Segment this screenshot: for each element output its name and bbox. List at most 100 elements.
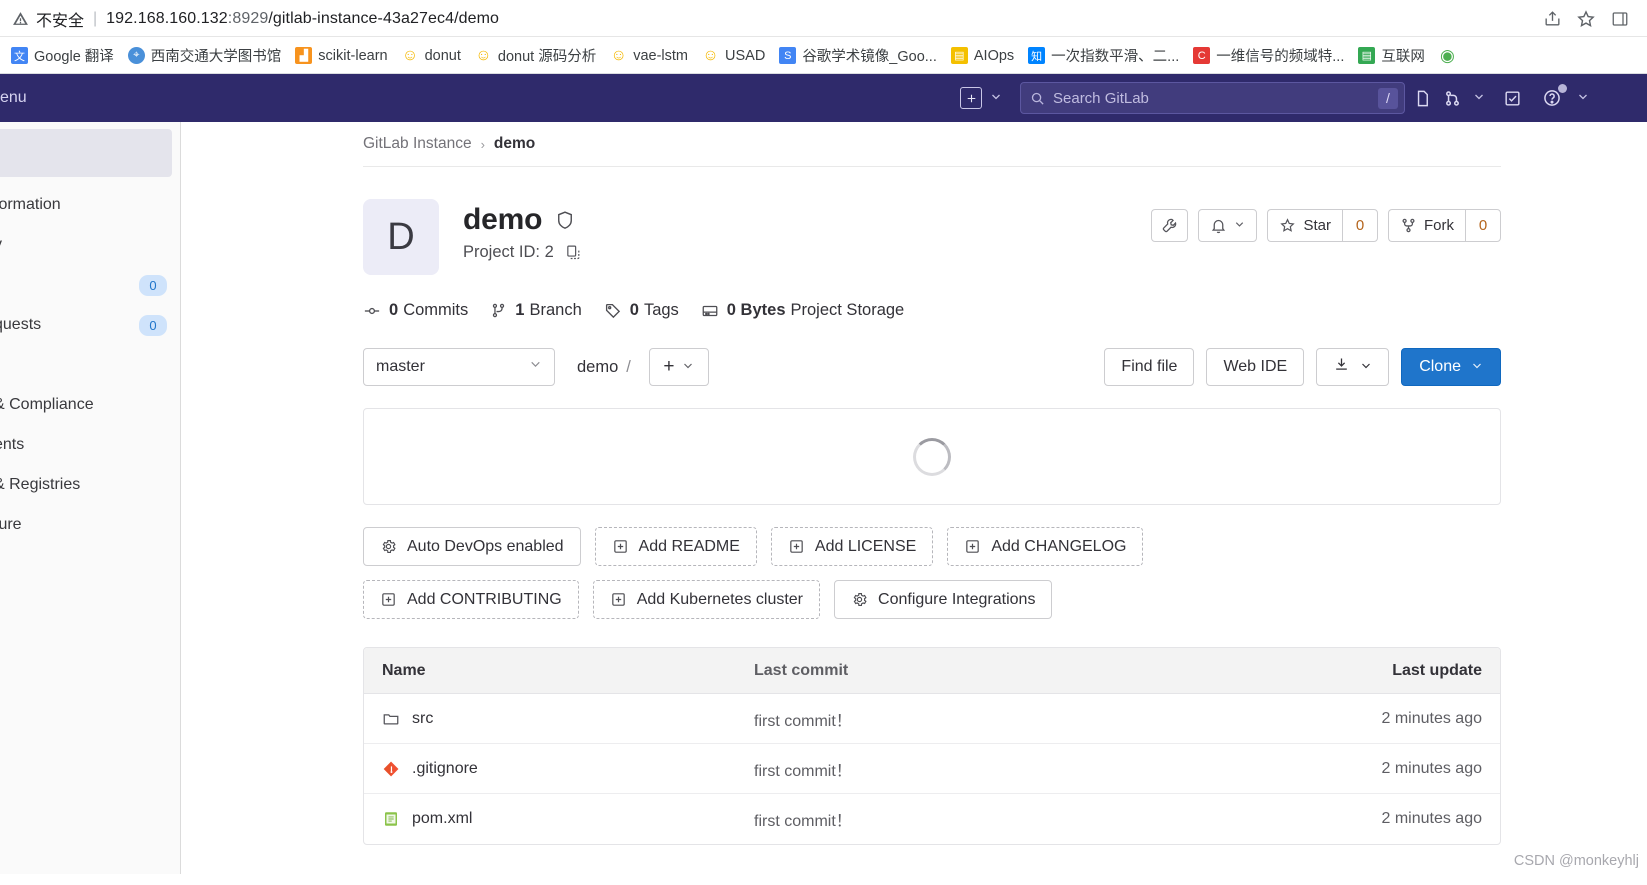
- bookmark-item[interactable]: ☺ donut 源码分析: [468, 42, 603, 69]
- table-row[interactable]: .gitignore first commit！ 2 minutes ago: [364, 744, 1500, 794]
- find-file-button[interactable]: Find file: [1104, 348, 1195, 386]
- bookmark-item[interactable]: ▟ scikit-learn: [288, 44, 394, 67]
- project-stat[interactable]: 0 Commits: [363, 301, 468, 320]
- sidebar-item[interactable]: 0: [0, 265, 180, 305]
- chevron-down-icon[interactable]: [1577, 91, 1589, 106]
- quick-action-button[interactable]: Add LICENSE: [770, 527, 934, 566]
- file-name-cell[interactable]: .gitignore: [364, 760, 754, 778]
- chevron-down-icon[interactable]: [990, 91, 1002, 106]
- bookmark-label: donut 源码分析: [497, 49, 597, 65]
- translate-icon: 文: [11, 47, 28, 64]
- last-commit-cell[interactable]: first commit！: [754, 707, 1300, 731]
- quick-action-button[interactable]: Add README: [594, 527, 757, 566]
- address-bar[interactable]: 不安全 | 192.168.160.132:8929/gitlab-instan…: [0, 0, 1647, 37]
- add-to-repo-button[interactable]: +: [648, 348, 709, 386]
- file-list-table: Name Last commit Last update src first co…: [363, 647, 1501, 845]
- breadcrumb-current[interactable]: demo: [494, 135, 535, 153]
- project-title-row: demo: [463, 203, 1141, 237]
- plus-square-icon: [380, 591, 397, 608]
- bookmark-label: donut: [424, 47, 461, 64]
- table-row[interactable]: src first commit！ 2 minutes ago: [364, 694, 1500, 744]
- bookmark-item[interactable]: C 一维信号的频域特...: [1186, 42, 1351, 69]
- project-stat[interactable]: 0 Bytes Project Storage: [701, 301, 904, 320]
- bookmark-item[interactable]: ▤ 互联网: [1351, 42, 1432, 69]
- bookmark-item[interactable]: 文 Google 翻译: [4, 42, 121, 69]
- help-circle-icon[interactable]: [1535, 81, 1569, 115]
- sidebar-item[interactable]: quests 0: [0, 305, 180, 345]
- breadcrumb-root[interactable]: GitLab Instance: [363, 135, 472, 153]
- bookmark-item[interactable]: ▤ AIOps: [944, 44, 1021, 67]
- sidebar-project-header[interactable]: [0, 129, 172, 177]
- bookmark-label: vae-lstm: [633, 47, 689, 64]
- column-header-last-update: Last update: [1392, 661, 1482, 679]
- quick-action-button[interactable]: Add Kubernetes cluster: [592, 580, 821, 619]
- clone-button[interactable]: Clone: [1401, 348, 1501, 386]
- bookmark-item[interactable]: ☺ vae-lstm: [603, 44, 695, 67]
- bookmark-item[interactable]: ☺ USAD: [695, 44, 772, 67]
- readme-loading-panel: [363, 408, 1501, 505]
- project-stat[interactable]: 1 Branch: [490, 301, 582, 320]
- quick-action-label: Add LICENSE: [814, 537, 917, 555]
- sidebar-item[interactable]: & Registries: [0, 465, 180, 505]
- star-button[interactable]: Star: [1267, 209, 1342, 242]
- side-panel-icon[interactable]: [1607, 6, 1633, 32]
- file-name-label: pom.xml: [412, 810, 473, 827]
- bookmark-item[interactable]: S 谷歌学术镜像_Goo...: [772, 42, 944, 69]
- chevron-down-icon[interactable]: [1473, 91, 1485, 106]
- todo-check-icon[interactable]: [1495, 81, 1529, 115]
- branch-selector[interactable]: master: [363, 348, 555, 386]
- book-icon: ▤: [950, 47, 968, 64]
- star-label: Star: [1303, 217, 1331, 234]
- search-input[interactable]: Search GitLab /: [1020, 82, 1405, 114]
- quick-action-button[interactable]: Add CONTRIBUTING: [363, 580, 579, 619]
- bookmarks-bar[interactable]: 文 Google 翻译 ⌖ 西南交通大学图书馆 ▟ scikit-learn ☺ donut ☺…: [0, 37, 1647, 74]
- last-commit-cell[interactable]: first commit！: [754, 807, 1300, 831]
- bookmark-item[interactable]: ◉: [1432, 44, 1469, 67]
- smiley-icon: ☺: [401, 47, 419, 64]
- quick-action-button[interactable]: Add CHANGELOG: [947, 527, 1144, 566]
- merge-request-icon[interactable]: [1439, 81, 1465, 115]
- web-ide-button[interactable]: Web IDE: [1206, 348, 1305, 386]
- project-settings-button[interactable]: [1151, 209, 1189, 242]
- navbar-menu-label[interactable]: enu: [0, 89, 27, 107]
- star-icon: [1279, 217, 1296, 234]
- sidebar-item[interactable]: ture: [0, 505, 180, 545]
- repo-path-breadcrumb[interactable]: demo /: [577, 358, 631, 377]
- fork-count: 0: [1465, 209, 1501, 242]
- quick-action-button[interactable]: Auto DevOps enabled: [363, 527, 581, 566]
- project-stat[interactable]: 0 Tags: [604, 301, 679, 320]
- sidebar-item[interactable]: ents: [0, 425, 180, 465]
- sidebar-item[interactable]: y: [0, 225, 180, 265]
- bookmark-item[interactable]: ⌖ 西南交通大学图书馆: [121, 42, 289, 69]
- issues-icon[interactable]: [1405, 81, 1439, 115]
- download-button[interactable]: [1316, 348, 1390, 386]
- notifications-button[interactable]: [1198, 209, 1258, 242]
- bookmark-label: 一维信号的频域特...: [1216, 49, 1345, 65]
- copy-clipboard-icon[interactable]: [565, 244, 582, 261]
- breadcrumb[interactable]: GitLab Instance › demo: [363, 122, 1501, 167]
- file-name-cell[interactable]: pom.xml: [364, 810, 754, 828]
- last-commit-cell[interactable]: first commit！: [754, 757, 1300, 781]
- quick-action-button[interactable]: Configure Integrations: [834, 580, 1053, 619]
- sidebar-item-label: quests: [0, 316, 42, 333]
- fork-button-group[interactable]: Fork 0: [1388, 209, 1501, 242]
- file-name-cell[interactable]: src: [364, 710, 754, 728]
- table-row[interactable]: pom.xml first commit！ 2 minutes ago: [364, 794, 1500, 844]
- fork-button[interactable]: Fork: [1388, 209, 1465, 242]
- search-placeholder: Search GitLab: [1053, 89, 1149, 107]
- sidebar-item[interactable]: & Compliance: [0, 385, 180, 425]
- bookmark-item[interactable]: ☺ donut: [395, 44, 468, 67]
- share-icon[interactable]: [1539, 6, 1565, 32]
- bookmark-star-icon[interactable]: [1573, 6, 1599, 32]
- sidebar-item[interactable]: [0, 345, 180, 385]
- project-sidebar[interactable]: formation y 0 quests 0 & Compliance ents & Regi…: [0, 122, 181, 874]
- project-stat-label: Commits: [403, 301, 469, 319]
- sidebar-item-label: & Registries: [0, 476, 81, 493]
- bookmark-label: AIOps: [973, 47, 1015, 64]
- plus-square-icon: [964, 538, 981, 555]
- plus-square-icon[interactable]: [960, 87, 982, 109]
- star-button-group[interactable]: Star 0: [1267, 209, 1378, 242]
- bookmark-item[interactable]: 知一次指数平滑、二...: [1021, 42, 1186, 69]
- plus-square-icon: [612, 538, 629, 555]
- sidebar-item[interactable]: formation: [0, 185, 180, 225]
